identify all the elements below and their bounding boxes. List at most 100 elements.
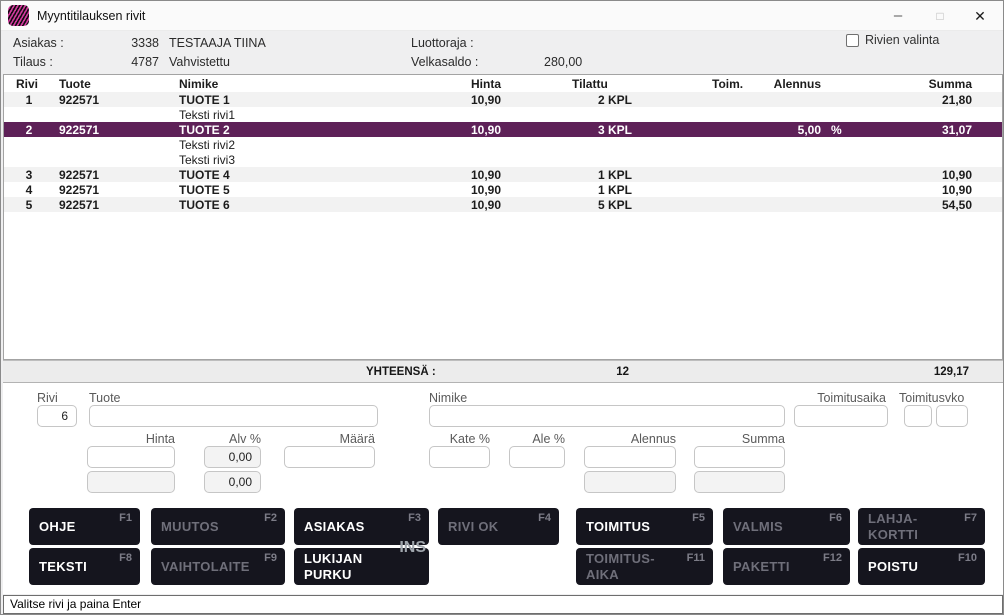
toimitus-button[interactable]: TOIMITUSF5 [576, 508, 713, 545]
cell-rivi: 4 [16, 183, 42, 197]
hinta-secondary-input [87, 471, 175, 493]
cell-alennus-unit: % [831, 123, 842, 137]
minimize-button[interactable]: – [877, 1, 919, 31]
cell-tuote: 922571 [59, 183, 99, 197]
cell-summa: 10,90 [872, 168, 972, 182]
maximize-button[interactable]: □ [919, 1, 961, 31]
cell-summa: 21,80 [872, 93, 972, 107]
ohje-button[interactable]: OHJEF1 [29, 508, 140, 545]
rivi-ok-button: RIVI OKF4 [438, 508, 559, 545]
cell-summa: 54,50 [872, 198, 972, 212]
ale-input[interactable] [509, 446, 565, 468]
lukijan-purku-button[interactable]: LUKIJAN PURKUINS [294, 548, 429, 585]
cell-hinta: 10,90 [404, 183, 501, 197]
fkey-label: F7 [964, 512, 977, 524]
window-title: Myyntitilauksen rivit [37, 9, 145, 23]
fkey-label: F3 [408, 512, 421, 524]
rivien-valinta-checkbox[interactable] [846, 34, 859, 47]
total-label: YHTEENSÄ : [366, 366, 436, 378]
cell-rivi: 2 [16, 123, 42, 137]
ins-key-label: INS [399, 539, 426, 557]
tuote-input[interactable] [89, 405, 378, 427]
poistu-button[interactable]: POISTUF10 [858, 548, 985, 585]
table-text-row[interactable]: Teksti rivi1 [4, 107, 1002, 122]
table-text-row[interactable]: Teksti rivi2 [4, 137, 1002, 152]
fkey-label: F5 [692, 512, 705, 524]
app-icon [8, 5, 29, 26]
order-info-header: Asiakas : 3338 TESTAAJA TIINA Luottoraja… [1, 31, 1003, 74]
nimike-input[interactable] [429, 405, 785, 427]
ale-field-label: Ale % [509, 432, 565, 446]
vaihtolaite-button: VAIHTOLAITEF9 [151, 548, 285, 585]
order-status: Vahvistettu [169, 55, 230, 69]
title-bar: Myyntitilauksen rivit – □ ✕ [1, 1, 1003, 31]
cell-tuote: 922571 [59, 123, 99, 137]
table-row[interactable]: 5 922571 TUOTE 6 10,90 5 KPL 54,50 [4, 197, 1002, 212]
hinta-input[interactable] [87, 446, 175, 468]
valmis-button: VALMISF6 [723, 508, 850, 545]
maara-field-label: Määrä [284, 432, 375, 446]
col-toim: Toim. [712, 77, 743, 91]
cell-nimike: TUOTE 6 [179, 198, 230, 212]
cell-tuote: 922571 [59, 93, 99, 107]
fkey-label: F2 [264, 512, 277, 524]
alennus-input[interactable] [584, 446, 676, 468]
table-row[interactable]: 1 922571 TUOTE 1 10,90 2 KPL 21,80 [4, 92, 1002, 107]
toimitusvko-year-input[interactable] [936, 405, 968, 427]
rivi-input[interactable] [37, 405, 77, 427]
cell-tuote: 922571 [59, 198, 99, 212]
table-row[interactable]: 3 922571 TUOTE 4 10,90 1 KPL 10,90 [4, 167, 1002, 182]
order-number: 4787 [101, 55, 159, 69]
order-label: Tilaus : [13, 55, 53, 69]
customer-name: TESTAAJA TIINA [169, 36, 266, 50]
cell-tilattu: 1 KPL [524, 168, 632, 182]
table-row[interactable]: 4 922571 TUOTE 5 10,90 1 KPL 10,90 [4, 182, 1002, 197]
maara-input[interactable] [284, 446, 375, 468]
toimitusvko-week-input[interactable] [904, 405, 932, 427]
cell-hinta: 10,90 [404, 123, 501, 137]
cell-rivi: 3 [16, 168, 42, 182]
col-tilattu: Tilattu [572, 77, 608, 91]
cell-summa: 31,07 [872, 123, 972, 137]
entry-panel: Rivi Tuote Nimike Toimitusaika Toimitusv… [3, 383, 1003, 594]
toimitusaika-button: TOIMITUS-AIKAF11 [576, 548, 713, 585]
customer-number: 3338 [101, 36, 159, 50]
close-button[interactable]: ✕ [959, 1, 1001, 31]
alv-field-label: Alv % [204, 432, 261, 446]
cell-nimike: TUOTE 1 [179, 93, 230, 107]
fkey-label: F10 [958, 552, 977, 564]
cell-nimike: TUOTE 5 [179, 183, 230, 197]
summa-secondary-input [694, 471, 785, 493]
col-nimike: Nimike [179, 77, 218, 91]
toimitusaika-field-label: Toimitusaika [794, 391, 886, 405]
toimitusaika-input[interactable] [794, 405, 888, 427]
cell-tilattu: 1 KPL [524, 183, 632, 197]
cell-tilattu: 3 KPL [524, 123, 632, 137]
tuote-field-label: Tuote [89, 391, 121, 405]
status-bar: Valitse rivi ja paina Enter [3, 595, 1003, 614]
cell-nimike: Teksti rivi1 [179, 108, 235, 122]
teksti-button[interactable]: TEKSTIF8 [29, 548, 140, 585]
fkey-label: F8 [119, 552, 132, 564]
col-rivi: Rivi [16, 77, 38, 91]
alennus-secondary-input [584, 471, 676, 493]
debt-label: Velkasaldo : [411, 55, 478, 69]
kate-input[interactable] [429, 446, 490, 468]
muutos-button: MUUTOSF2 [151, 508, 285, 545]
lahjakortti-button: LAHJA-KORTTIF7 [858, 508, 985, 545]
fkey-label: F1 [119, 512, 132, 524]
fkey-label: F12 [823, 552, 842, 564]
total-quantity: 12 [563, 366, 629, 378]
cell-alennus: 5,00 [741, 123, 821, 137]
alv-input [204, 446, 261, 468]
summa-input[interactable] [694, 446, 785, 468]
table-text-row[interactable]: Teksti rivi3 [4, 152, 1002, 167]
col-tuote: Tuote [59, 77, 91, 91]
credit-limit-label: Luottoraja : [411, 36, 474, 50]
nimike-field-label: Nimike [429, 391, 467, 405]
rivi-field-label: Rivi [37, 391, 58, 405]
cell-nimike: TUOTE 2 [179, 123, 230, 137]
cell-nimike: Teksti rivi2 [179, 138, 235, 152]
table-row-selected[interactable]: 2 922571 TUOTE 2 10,90 3 KPL 5,00 % 31,0… [4, 122, 1002, 137]
rivien-valinta-label: Rivien valinta [865, 33, 939, 47]
